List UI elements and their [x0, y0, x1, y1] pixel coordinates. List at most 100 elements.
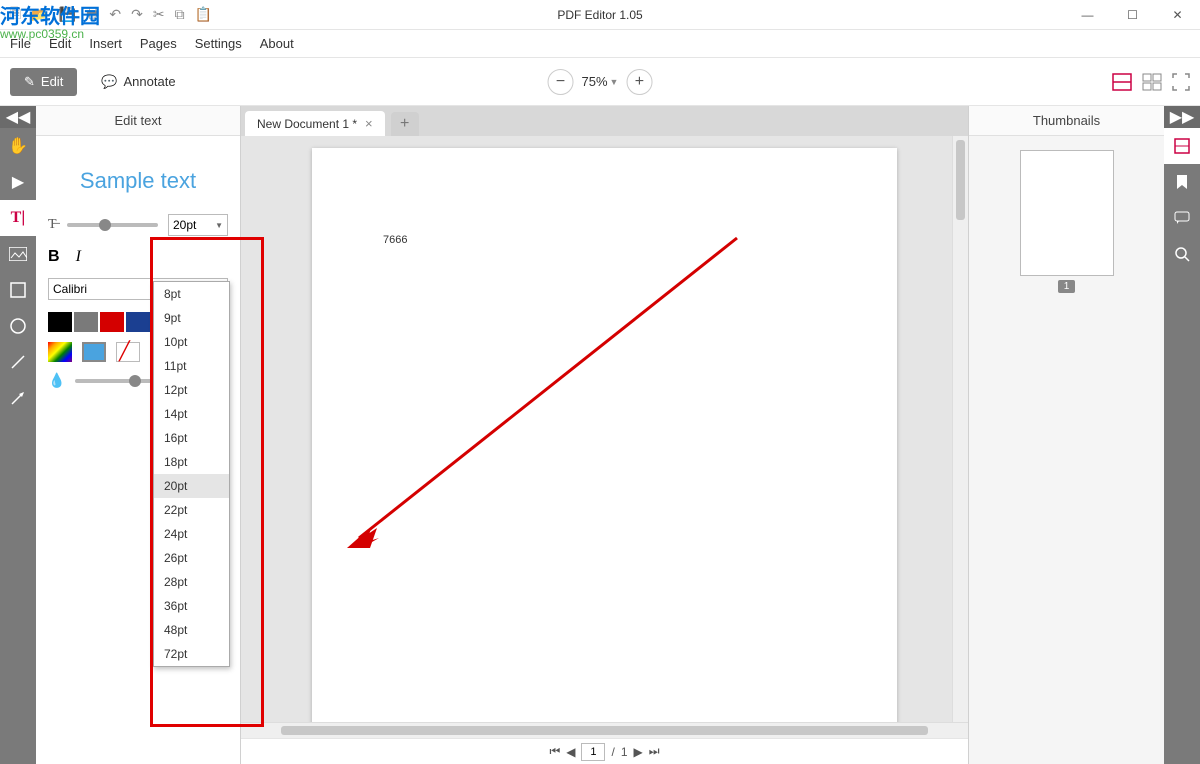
swatch-red[interactable] — [100, 312, 124, 332]
grid-view-icon[interactable] — [1142, 73, 1162, 91]
menu-edit[interactable]: Edit — [49, 36, 71, 51]
annotate-mode-button[interactable]: 💬 Annotate — [87, 68, 189, 96]
first-page-button[interactable]: ⏮ — [549, 744, 560, 759]
size-option[interactable]: 11pt — [154, 354, 229, 378]
italic-toggle[interactable]: I — [76, 248, 81, 266]
zoom-level[interactable]: 75% ▼ — [582, 74, 619, 89]
open-icon[interactable]: 📂 — [31, 6, 48, 23]
arrow-annotation — [337, 228, 757, 558]
cut-icon[interactable]: ✂ — [153, 6, 165, 23]
canvas[interactable]: 7666 — [241, 136, 968, 722]
size-option[interactable]: 22pt — [154, 498, 229, 522]
close-button[interactable]: ✕ — [1155, 0, 1200, 30]
print-icon[interactable]: 🖶 — [86, 3, 99, 27]
size-option[interactable]: 24pt — [154, 522, 229, 546]
size-option[interactable]: 14pt — [154, 402, 229, 426]
sample-text-preview: Sample text — [48, 168, 228, 194]
size-option[interactable]: 26pt — [154, 546, 229, 570]
opacity-icon: 💧 — [48, 372, 65, 389]
menubar: File Edit Insert Pages Settings About — [0, 30, 1200, 58]
zoom-controls: − 75% ▼ + — [548, 69, 653, 95]
page[interactable]: 7666 — [312, 148, 897, 722]
thumbnails-title: Thumbnails — [969, 106, 1164, 136]
add-tab-button[interactable]: + — [391, 112, 419, 136]
maximize-button[interactable]: ☐ — [1110, 0, 1155, 30]
pencil-icon: ✎ — [24, 74, 35, 90]
next-page-button[interactable]: ▶ — [634, 745, 643, 759]
swatch-gray[interactable] — [74, 312, 98, 332]
size-option[interactable]: 16pt — [154, 426, 229, 450]
zoom-out-button[interactable]: − — [548, 69, 574, 95]
quick-access: 🗎 📂 💾 🖶 ↶ ↷ ✂ ⧉ 📋 — [0, 0, 222, 29]
rectangle-tool[interactable] — [0, 272, 36, 308]
font-size-slider[interactable] — [67, 223, 158, 227]
save-icon[interactable]: 💾 — [59, 6, 76, 23]
image-tool[interactable] — [0, 236, 36, 272]
text-size-icon: T̶ — [48, 217, 57, 233]
rainbow-picker[interactable] — [48, 342, 72, 362]
right-tool-strip: ▶▶ — [1164, 106, 1200, 764]
thumbnails-tab[interactable] — [1164, 128, 1200, 164]
menu-settings[interactable]: Settings — [195, 36, 242, 51]
size-option[interactable]: 48pt — [154, 618, 229, 642]
document-area: New Document 1 * × + 7666 ⏮ ◀ / — [241, 106, 968, 764]
search-tab[interactable] — [1164, 236, 1200, 272]
thumbnail-page-1[interactable] — [1020, 150, 1114, 276]
size-option[interactable]: 20pt — [154, 474, 229, 498]
window-controls: — ☐ ✕ — [1065, 0, 1200, 30]
size-option[interactable]: 36pt — [154, 594, 229, 618]
collapse-left-button[interactable]: ◀◀ — [0, 106, 36, 128]
menu-pages[interactable]: Pages — [140, 36, 177, 51]
arrow-tool[interactable] — [0, 380, 36, 416]
size-option[interactable]: 8pt — [154, 282, 229, 306]
current-color[interactable] — [82, 342, 106, 362]
page-text-content[interactable]: 7666 — [383, 234, 407, 246]
menu-file[interactable]: File — [10, 36, 31, 51]
menu-about[interactable]: About — [260, 36, 294, 51]
document-tab[interactable]: New Document 1 * × — [245, 111, 385, 136]
select-tool[interactable]: ▶ — [0, 164, 36, 200]
horizontal-scrollbar[interactable] — [241, 722, 968, 738]
size-option[interactable]: 28pt — [154, 570, 229, 594]
vertical-scrollbar[interactable] — [952, 136, 968, 722]
minimize-button[interactable]: — — [1065, 0, 1110, 30]
titlebar: 🗎 📂 💾 🖶 ↶ ↷ ✂ ⧉ 📋 PDF Editor 1.05 — ☐ ✕ — [0, 0, 1200, 30]
window-title: PDF Editor 1.05 — [557, 8, 642, 22]
no-color[interactable]: ╱ — [116, 342, 140, 362]
font-size-dropdown[interactable]: 8pt9pt10pt11pt12pt14pt16pt18pt20pt22pt24… — [153, 281, 230, 667]
hand-tool[interactable]: ✋ — [0, 128, 36, 164]
ellipse-tool[interactable] — [0, 308, 36, 344]
copy-icon[interactable]: ⧉ — [175, 6, 185, 23]
line-tool[interactable] — [0, 344, 36, 380]
zoom-in-button[interactable]: + — [626, 69, 652, 95]
redo-icon[interactable]: ↷ — [131, 6, 143, 23]
last-page-button[interactable]: ⏭ — [649, 744, 660, 759]
menu-insert[interactable]: Insert — [89, 36, 122, 51]
prev-page-button[interactable]: ◀ — [566, 745, 575, 759]
page-input[interactable] — [581, 743, 605, 761]
undo-icon[interactable]: ↶ — [109, 6, 121, 23]
chevron-down-icon: ▼ — [215, 221, 223, 230]
size-option[interactable]: 18pt — [154, 450, 229, 474]
comments-tab[interactable] — [1164, 200, 1200, 236]
bookmarks-tab[interactable] — [1164, 164, 1200, 200]
swatch-blue[interactable] — [126, 312, 150, 332]
font-size-select[interactable]: 20pt ▼ — [168, 214, 228, 236]
swatch-black[interactable] — [48, 312, 72, 332]
panel-title: Edit text — [36, 106, 240, 136]
bold-toggle[interactable]: B — [48, 248, 60, 266]
single-page-icon[interactable] — [1112, 73, 1132, 91]
paste-icon[interactable]: 📋 — [195, 6, 212, 23]
size-option[interactable]: 72pt — [154, 642, 229, 666]
collapse-right-button[interactable]: ▶▶ — [1164, 106, 1200, 128]
edit-mode-button[interactable]: ✎ Edit — [10, 68, 77, 96]
size-option[interactable]: 10pt — [154, 330, 229, 354]
thumbnail-label: 1 — [1058, 280, 1076, 293]
close-tab-icon[interactable]: × — [365, 116, 373, 131]
size-option[interactable]: 9pt — [154, 306, 229, 330]
text-tool[interactable]: T| — [0, 200, 36, 236]
new-icon[interactable]: 🗎 — [10, 3, 21, 27]
size-option[interactable]: 12pt — [154, 378, 229, 402]
comment-icon: 💬 — [101, 74, 117, 90]
fullscreen-icon[interactable] — [1172, 73, 1190, 91]
